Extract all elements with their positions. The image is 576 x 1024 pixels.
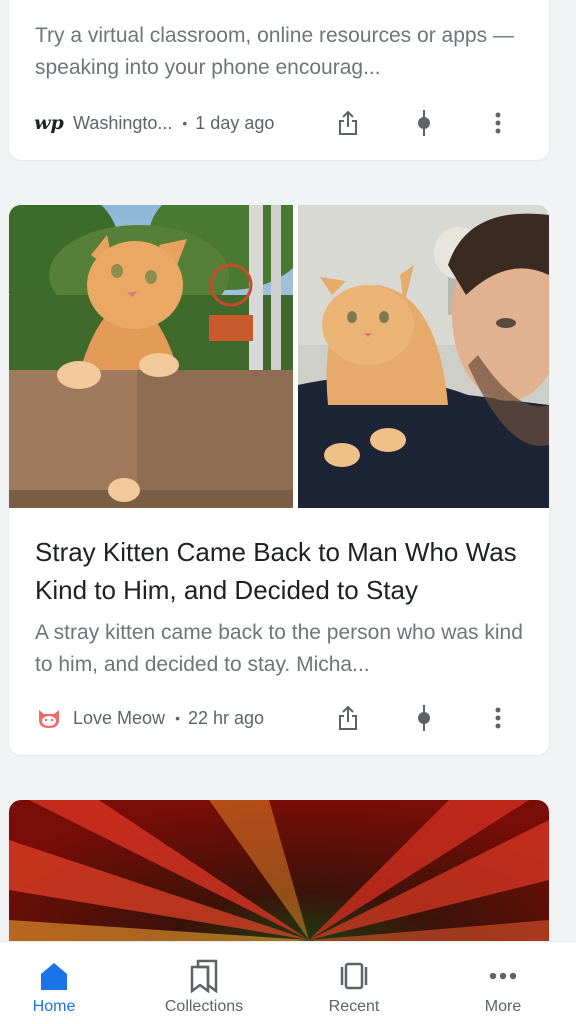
- nav-label: Home: [32, 998, 76, 1015]
- share-icon[interactable]: [331, 701, 365, 735]
- bottom-navigation: Home Collections Recent More: [0, 941, 576, 1024]
- article-image[interactable]: [9, 205, 549, 508]
- nav-home[interactable]: Home: [0, 942, 126, 1024]
- article-actions: [331, 106, 523, 140]
- washington-post-logo-icon: wp: [34, 112, 64, 134]
- kitten-on-wall-photo: [9, 205, 293, 508]
- more-vert-icon[interactable]: [481, 106, 515, 140]
- more-horiz-icon: [485, 958, 521, 994]
- nav-recent[interactable]: Recent: [282, 942, 426, 1024]
- article-actions: [331, 701, 523, 735]
- collections-icon: [186, 958, 222, 994]
- more-vert-icon[interactable]: [481, 701, 515, 735]
- home-icon: [36, 958, 72, 994]
- love-meow-logo-icon: [35, 704, 63, 732]
- article-snippet: A stray kitten came back to the person w…: [35, 621, 523, 676]
- article-snippet: Try a virtual classroom, online resource…: [35, 24, 514, 79]
- separator-dot: •: [182, 115, 188, 131]
- recent-icon: [336, 958, 372, 994]
- published-time: 1 day ago: [195, 112, 275, 133]
- source-name[interactable]: Washingto...: [73, 113, 172, 134]
- nav-label: More: [484, 998, 522, 1015]
- pin-icon[interactable]: [407, 701, 441, 735]
- article-headline[interactable]: Stray Kitten Came Back to Man Who Was Ki…: [35, 533, 529, 609]
- pin-icon[interactable]: [407, 106, 441, 140]
- nav-more[interactable]: More: [431, 942, 575, 1024]
- share-icon[interactable]: [331, 106, 365, 140]
- article-meta: Love Meow • 22 hr ago: [35, 701, 523, 735]
- nav-label: Recent: [328, 998, 380, 1015]
- news-card[interactable]: Stray Kitten Came Back to Man Who Was Ki…: [9, 205, 549, 755]
- separator-dot: •: [175, 710, 180, 726]
- nav-label: Collections: [164, 998, 244, 1015]
- news-card[interactable]: house Try a virtual classroom, online re…: [9, 0, 549, 160]
- article-meta: wp Washingto... • 1 day ago: [34, 106, 523, 140]
- man-with-kitten-photo: [298, 205, 549, 508]
- published-time: 22 hr ago: [187, 707, 265, 728]
- source-name[interactable]: Love Meow: [73, 708, 165, 729]
- nav-collections[interactable]: Collections: [132, 942, 276, 1024]
